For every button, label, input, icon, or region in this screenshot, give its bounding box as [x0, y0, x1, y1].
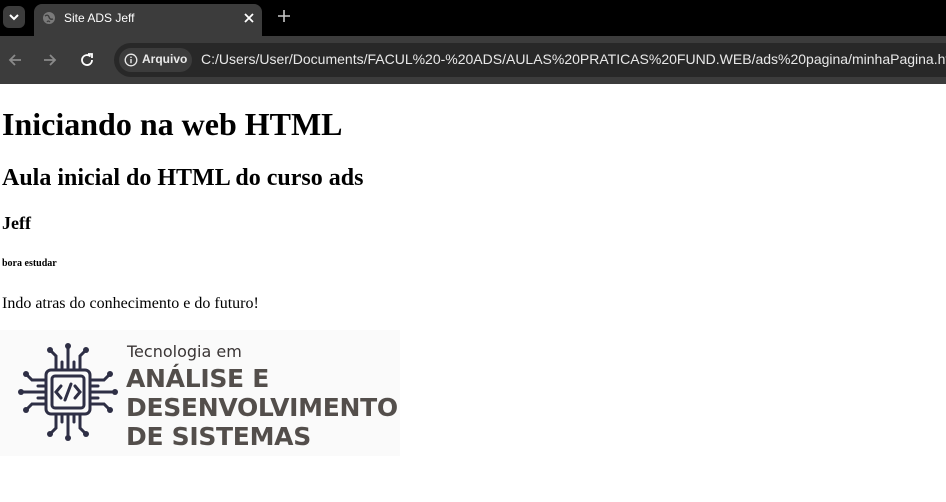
tab-search-button[interactable]: [3, 6, 25, 28]
back-arrow-icon[interactable]: [7, 52, 23, 68]
banner-line-1: Tecnologia em: [127, 342, 242, 361]
reload-icon[interactable]: [79, 52, 95, 68]
banner-line-2: ANÁLISE E: [126, 364, 270, 393]
globe-icon: [43, 12, 55, 24]
plus-icon[interactable]: [277, 9, 291, 23]
tab-search-icon: [9, 14, 19, 21]
close-icon[interactable]: [242, 11, 256, 25]
tab-strip: Site ADS Jeff: [0, 0, 946, 36]
url-text[interactable]: C:/Users/User/Documents/FACUL%20-%20ADS/…: [201, 51, 946, 67]
page-heading-3: Jeff: [2, 213, 31, 233]
browser-toolbar: Arquivo C:/Users/User/Documents/FACUL%20…: [0, 36, 946, 84]
page-paragraph: Indo atras do conhecimento e do futuro!: [2, 295, 259, 312]
site-info-label: Arquivo: [142, 52, 188, 66]
page-content: Iniciando na web HTML Aula inicial do HT…: [0, 84, 946, 502]
tab-active[interactable]: Site ADS Jeff: [34, 4, 262, 36]
circuit-chip-code-icon: [18, 343, 118, 441]
info-icon: [124, 53, 138, 67]
address-bar[interactable]: Arquivo C:/Users/User/Documents/FACUL%20…: [114, 43, 946, 77]
banner-line-3: DESENVOLVIMENTO: [126, 393, 398, 422]
page-heading-2: Aula inicial do HTML do curso ads: [2, 165, 364, 191]
tab-title: Site ADS Jeff: [64, 11, 135, 25]
page-heading-1: Iniciando na web HTML: [2, 106, 343, 142]
site-info-chip[interactable]: Arquivo: [119, 48, 192, 72]
page-heading-6: bora estudar: [2, 258, 57, 269]
banner-line-4: DE SISTEMAS: [126, 422, 311, 451]
forward-arrow-icon[interactable]: [42, 52, 58, 68]
ads-banner-image: Tecnologia em ANÁLISE E DESENVOLVIMENTO …: [0, 330, 400, 456]
